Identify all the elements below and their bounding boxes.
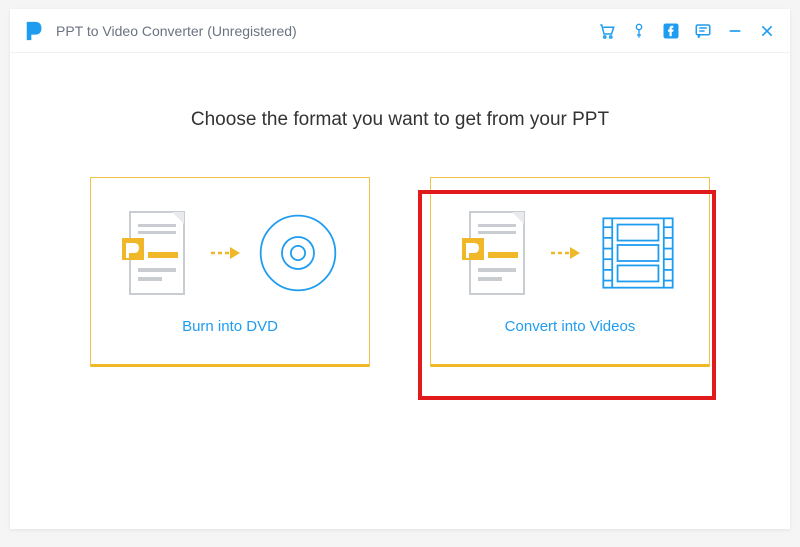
arrow-right-icon xyxy=(550,243,580,263)
close-icon[interactable] xyxy=(758,22,776,40)
option-convert-video-label: Convert into Videos xyxy=(431,318,709,349)
main-content: Choose the format you want to get from y… xyxy=(10,53,790,367)
option-convert-video-graphic xyxy=(431,178,709,318)
facebook-icon[interactable] xyxy=(662,22,680,40)
key-icon[interactable] xyxy=(630,22,648,40)
titlebar-actions xyxy=(598,22,776,40)
app-logo-icon xyxy=(24,20,46,42)
window-title: PPT to Video Converter (Unregistered) xyxy=(56,23,598,39)
page-heading: Choose the format you want to get from y… xyxy=(10,109,790,131)
feedback-icon[interactable] xyxy=(694,22,712,40)
minimize-icon[interactable] xyxy=(726,22,744,40)
titlebar: PPT to Video Converter (Unregistered) xyxy=(10,9,790,53)
ppt-document-icon xyxy=(122,210,192,296)
arrow-right-icon xyxy=(210,243,240,263)
app-window: PPT to Video Converter (Unregistered) Ch… xyxy=(10,9,790,529)
option-burn-dvd-label: Burn into DVD xyxy=(91,318,369,349)
cart-icon[interactable] xyxy=(598,22,616,40)
dvd-disc-icon xyxy=(258,213,338,293)
ppt-document-icon xyxy=(462,210,532,296)
option-convert-video[interactable]: Convert into Videos xyxy=(430,177,710,367)
format-options: Burn into DVD xyxy=(10,177,790,367)
video-film-icon xyxy=(598,213,678,293)
option-burn-dvd[interactable]: Burn into DVD xyxy=(90,177,370,367)
option-burn-dvd-graphic xyxy=(91,178,369,318)
